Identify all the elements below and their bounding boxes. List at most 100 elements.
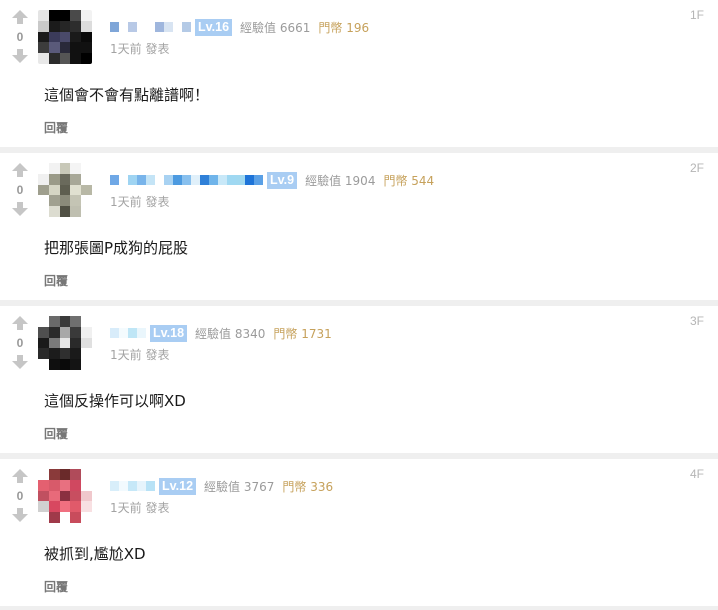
avatar-pixel (38, 163, 49, 174)
downvote-arrow-icon[interactable] (10, 202, 30, 216)
user-info: Lv.16 經驗值 6661 門幣 196 (110, 18, 369, 36)
coin-count: 門幣 196 (318, 20, 370, 35)
username-pixel (236, 175, 245, 185)
user-info: Lv.12 經驗值 3767 門幣 336 (110, 477, 333, 495)
username-pixel (128, 175, 137, 185)
reply-button[interactable]: 回覆 (44, 425, 68, 442)
avatar-pixel (48, 206, 60, 217)
avatar-pixel (70, 31, 82, 43)
avatar-pixel (38, 326, 49, 338)
avatar-pixel (48, 337, 60, 349)
username-pixel (245, 175, 254, 185)
avatar-pixel (59, 163, 71, 174)
avatar-pixel (48, 359, 60, 370)
avatar-pixel (59, 337, 71, 349)
avatar-pixel (38, 42, 49, 54)
vote-score: 0 (16, 489, 24, 503)
upvote-arrow-icon[interactable] (10, 10, 30, 24)
reply-button[interactable]: 回覆 (44, 119, 68, 136)
username-pixel (110, 481, 119, 491)
avatar-pixel (81, 42, 92, 54)
comment-text: 這個反操作可以啊XD (44, 392, 186, 410)
level-badge: Lv.18 (150, 324, 188, 342)
comment-list: 0 Lv.16 經驗值 6661 門幣 196 1天前 發表 1F 這個會不會有… (0, 0, 718, 610)
user-info: Lv.18 經驗值 8340 門幣 1731 (110, 324, 332, 342)
username-blurred[interactable] (110, 477, 155, 495)
avatar-pixel (59, 490, 71, 502)
downvote-arrow-icon[interactable] (10, 49, 30, 63)
avatar-pixel (38, 184, 49, 196)
avatar-pixel (48, 512, 60, 523)
avatar-pixel (48, 316, 60, 327)
upvote-arrow-icon[interactable] (10, 316, 30, 330)
avatar-pixel (70, 195, 82, 207)
username-pixel (254, 175, 263, 185)
avatar-pixel (59, 184, 71, 196)
avatar-pixel (38, 53, 49, 64)
upvote-arrow-icon[interactable] (10, 469, 30, 483)
avatar[interactable] (38, 10, 92, 64)
username-blurred[interactable] (110, 171, 263, 189)
avatar-pixel (81, 501, 92, 513)
avatar-pixel (70, 512, 82, 523)
username-pixel (119, 22, 128, 32)
comment-text: 把那張圖P成狗的屁股 (44, 239, 189, 257)
username-pixel (155, 175, 164, 185)
avatar-pixel (81, 490, 92, 502)
avatar[interactable] (38, 316, 92, 370)
level-badge: Lv.9 (267, 171, 298, 189)
avatar-pixel (38, 337, 49, 349)
avatar-pixel (59, 348, 71, 360)
experience-points: 經驗值 3767 (204, 479, 275, 494)
upvote-arrow-icon[interactable] (10, 163, 30, 177)
reply-button[interactable]: 回覆 (44, 272, 68, 289)
vote-score: 0 (16, 336, 24, 350)
username-pixel (209, 175, 218, 185)
coin-count: 門幣 544 (383, 173, 435, 188)
username-blurred[interactable] (110, 18, 191, 36)
avatar-pixel (48, 348, 60, 360)
floor-number: 4F (689, 467, 704, 481)
avatar-pixel (59, 501, 71, 513)
avatar-pixel (70, 326, 82, 338)
comment-text: 被抓到,尷尬XD (44, 545, 146, 563)
comment: 0 Lv.18 經驗值 8340 門幣 1731 1天前 發表 3F 這個反操作… (0, 306, 718, 453)
username-pixel (218, 175, 227, 185)
coin-count: 門幣 336 (282, 479, 334, 494)
username-pixel (119, 175, 128, 185)
avatar-pixel (81, 173, 92, 185)
avatar[interactable] (38, 469, 92, 523)
post-time: 1天前 發表 (110, 195, 170, 209)
reply-button[interactable]: 回覆 (44, 578, 68, 595)
username-pixel (137, 481, 146, 491)
username-pixel (173, 22, 182, 32)
avatar-pixel (70, 184, 82, 196)
comment: 0 Lv.16 經驗值 6661 門幣 196 1天前 發表 1F 這個會不會有… (0, 0, 718, 147)
avatar-pixel (81, 326, 92, 338)
avatar-pixel (70, 501, 82, 513)
downvote-arrow-icon[interactable] (10, 355, 30, 369)
avatar-pixel (81, 20, 92, 32)
username-pixel (182, 22, 191, 32)
username-pixel (146, 481, 155, 491)
avatar[interactable] (38, 163, 92, 217)
avatar-pixel (38, 31, 49, 43)
avatar-pixel (70, 53, 82, 64)
avatar-pixel (48, 501, 60, 513)
avatar-pixel (38, 512, 49, 523)
avatar-pixel (48, 490, 60, 502)
username-pixel (128, 22, 137, 32)
post-time: 1天前 發表 (110, 501, 170, 515)
username-pixel (110, 175, 119, 185)
username-pixel (146, 175, 155, 185)
username-blurred[interactable] (110, 324, 146, 342)
avatar-pixel (48, 10, 60, 21)
username-pixel (128, 328, 137, 338)
avatar-pixel (38, 469, 49, 480)
avatar-pixel (38, 10, 49, 21)
avatar-pixel (81, 348, 92, 360)
username-pixel (110, 22, 119, 32)
vote-score: 0 (16, 30, 24, 44)
downvote-arrow-icon[interactable] (10, 508, 30, 522)
avatar-pixel (81, 163, 92, 174)
